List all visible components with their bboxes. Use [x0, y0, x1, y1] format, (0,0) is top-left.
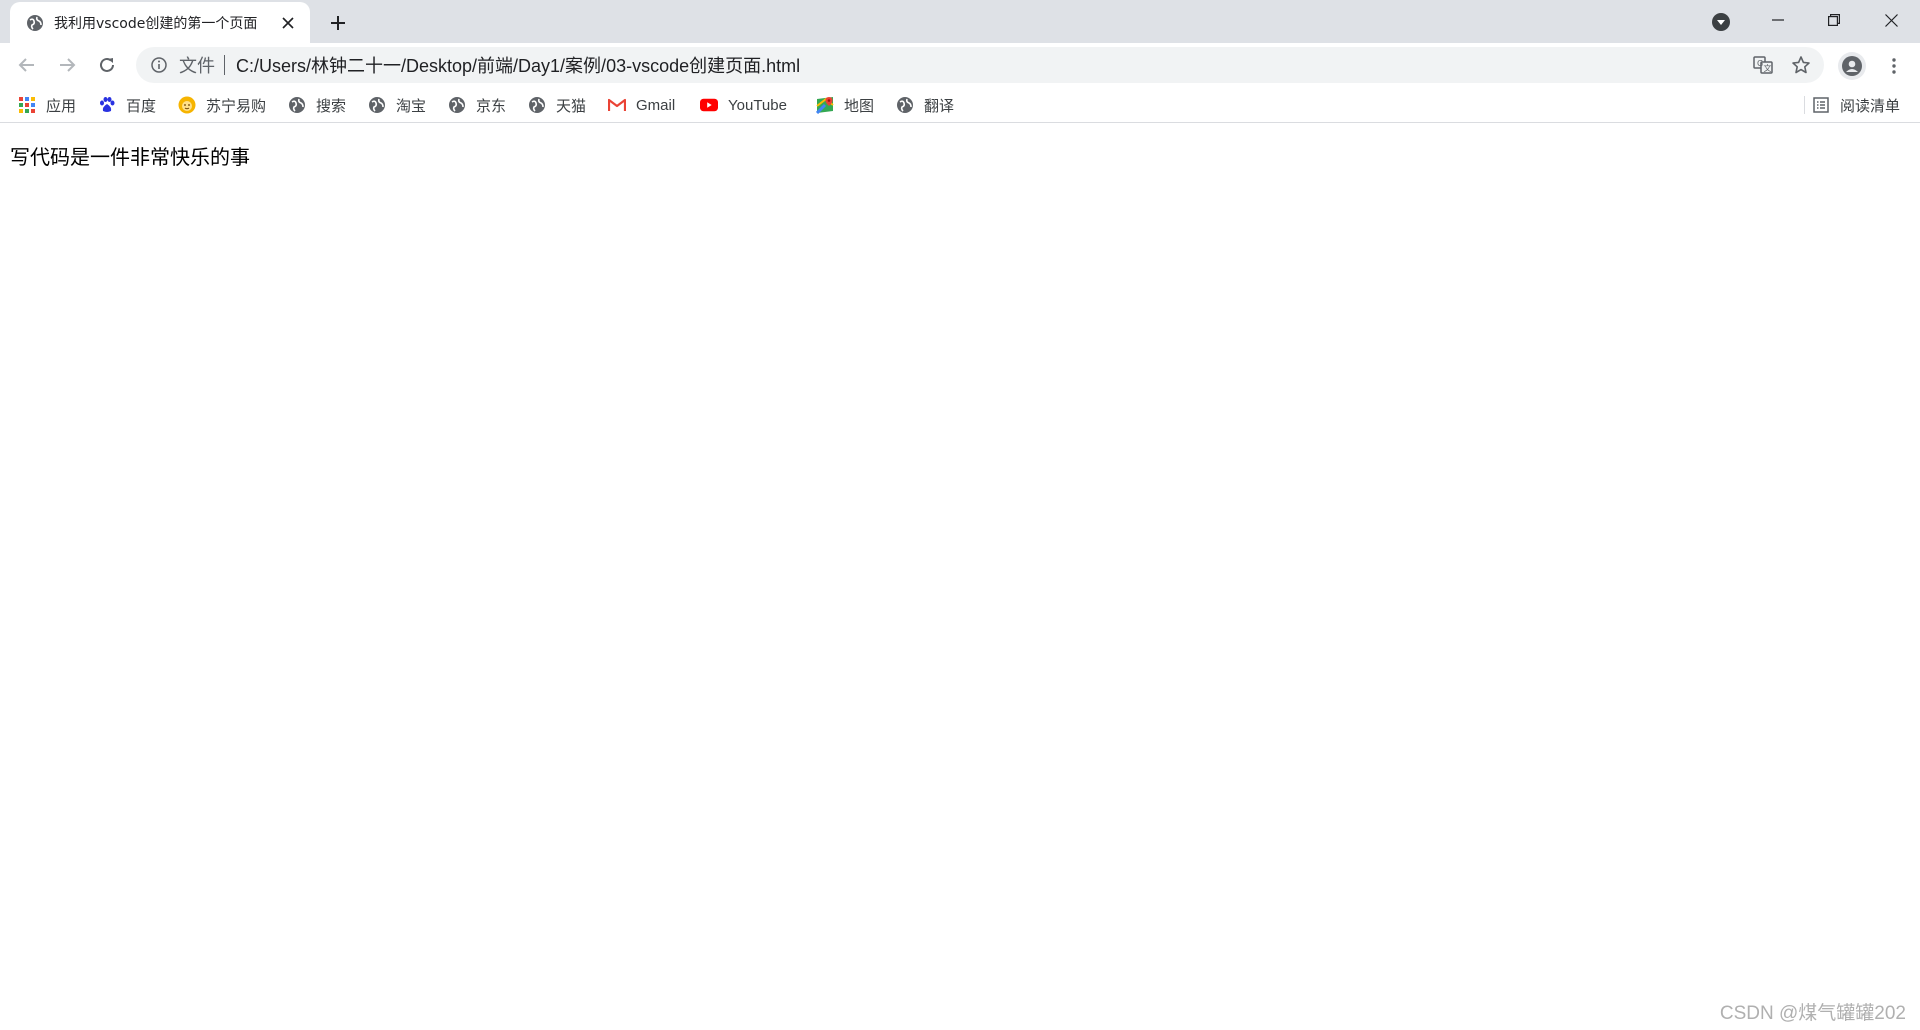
close-icon[interactable] [278, 13, 298, 33]
bookmark-suning[interactable]: 苏宁易购 [178, 93, 266, 117]
forward-button[interactable] [51, 49, 83, 81]
bookmark-maps[interactable]: 地图 [816, 93, 874, 117]
bookmark-taobao[interactable]: 淘宝 [368, 93, 426, 117]
profile-avatar-icon[interactable] [1838, 52, 1866, 80]
bookmark-label: 天猫 [556, 97, 587, 115]
minimize-button[interactable] [1749, 0, 1807, 40]
csdn-watermark: CSDN @煤气罐罐202 [1719, 1003, 1906, 1024]
bookmark-gmail[interactable]: Gmail [608, 93, 675, 117]
gmail-icon [608, 96, 626, 114]
close-window-button[interactable] [1862, 0, 1920, 40]
bookmark-label: 搜索 [316, 97, 347, 115]
url-text[interactable]: C:/Users/林钟二十一/Desktop/前端/Day1/案例/03-vsc… [236, 52, 800, 78]
bookmark-label: 地图 [844, 97, 875, 115]
bookmark-jd[interactable]: 京东 [448, 93, 506, 117]
address-bar[interactable]: 文件 C:/Users/林钟二十一/Desktop/前端/Day1/案例/03-… [136, 47, 1824, 83]
globe-icon [26, 14, 44, 32]
reading-list-button[interactable]: 阅读清单 [1812, 93, 1900, 117]
tab-search-icon[interactable] [1709, 10, 1733, 34]
bookmark-tmall[interactable]: 天猫 [528, 93, 586, 117]
bookmark-label: 翻译 [924, 97, 955, 115]
bookmark-label: 淘宝 [396, 97, 427, 115]
bookmark-apps[interactable]: 应用 [18, 93, 76, 117]
file-scheme-chip: 文件 [179, 56, 215, 77]
bookmark-label: 百度 [126, 97, 157, 115]
bookmark-baidu[interactable]: 百度 [98, 93, 156, 117]
restore-button[interactable] [1805, 0, 1863, 40]
globe-icon [448, 96, 466, 114]
toolbar: 文件 C:/Users/林钟二十一/Desktop/前端/Day1/案例/03-… [0, 43, 1920, 87]
reading-list-icon [1812, 96, 1830, 114]
back-button[interactable] [11, 49, 43, 81]
chip-divider [224, 55, 225, 75]
maps-pin-icon [816, 96, 834, 114]
bookmark-label: Gmail [636, 96, 676, 114]
translate-icon[interactable]: G文 [1752, 54, 1774, 76]
youtube-icon [700, 96, 718, 114]
active-tab[interactable]: 我利用vscode创建的第一个页面 [10, 2, 310, 43]
bookmark-label: 苏宁易购 [206, 97, 267, 115]
reload-button[interactable] [91, 49, 123, 81]
reading-list-label: 阅读清单 [1840, 97, 1901, 115]
bookmark-search[interactable]: 搜索 [288, 93, 346, 117]
bookmark-label: 应用 [46, 97, 77, 115]
svg-text:文: 文 [1764, 63, 1772, 73]
bookmarks-bar: 应用 百度 苏宁易购 搜索 淘宝 京东 天猫 Gmail YouTube 地图 … [0, 87, 1920, 123]
baidu-paw-icon [98, 96, 116, 114]
bookmark-translate[interactable]: 翻译 [896, 93, 954, 117]
bookmark-label: 京东 [476, 97, 507, 115]
apps-grid-icon [18, 96, 36, 114]
bookmark-youtube[interactable]: YouTube [700, 93, 787, 117]
svg-text:G: G [1757, 59, 1763, 68]
page-body-text: 写代码是一件非常快乐的事 [10, 145, 250, 169]
tab-strip: 我利用vscode创建的第一个页面 [0, 0, 1920, 43]
bookmark-star-icon[interactable] [1790, 54, 1812, 76]
globe-icon [288, 96, 306, 114]
reading-list-divider [1804, 96, 1805, 114]
globe-icon [368, 96, 386, 114]
new-tab-button[interactable] [324, 9, 352, 37]
suning-lion-icon [178, 96, 196, 114]
bookmark-label: YouTube [728, 96, 787, 114]
info-icon[interactable] [148, 54, 170, 76]
tab-title: 我利用vscode创建的第一个页面 [54, 15, 258, 32]
kebab-menu-icon[interactable] [1880, 52, 1908, 80]
globe-icon [528, 96, 546, 114]
globe-icon [896, 96, 914, 114]
